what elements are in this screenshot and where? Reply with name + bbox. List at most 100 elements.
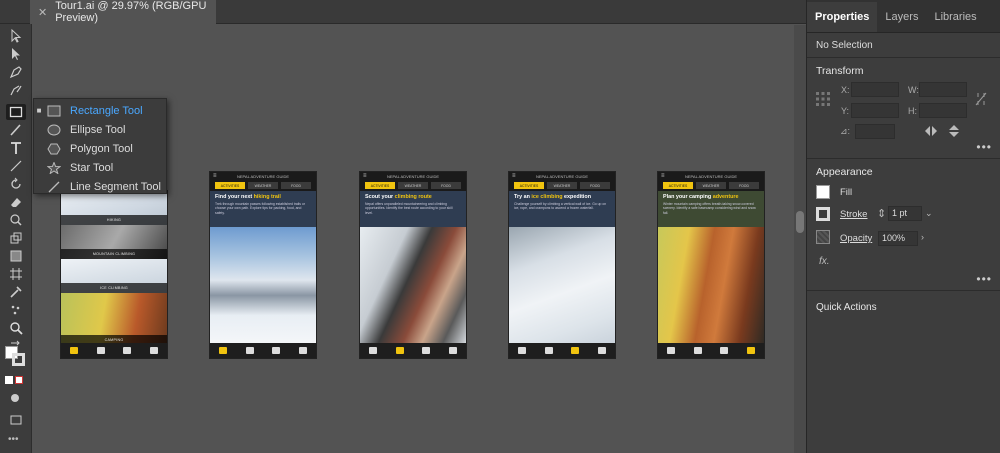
scale-tool[interactable] — [6, 230, 26, 246]
artboard-bottom-nav — [61, 343, 167, 358]
flip-vertical-icon[interactable] — [949, 125, 959, 137]
type-tool[interactable] — [6, 140, 26, 156]
flip-horizontal-icon[interactable] — [925, 126, 937, 136]
edit-toolbar-icon[interactable]: ••• — [8, 434, 19, 445]
zoom-tool[interactable] — [6, 320, 26, 336]
document-tab[interactable]: ✕ Tour1.ai @ 29.97% (RGB/GPU Preview) — [30, 0, 216, 24]
artboard-header: ≡ NEPAL ADVENTURE GUIDE — [210, 172, 316, 181]
eyedropper-tool[interactable] — [6, 284, 26, 300]
tent-icon — [448, 347, 457, 354]
artboard-brand: NEPAL ADVENTURE GUIDE — [236, 174, 289, 179]
symbol-sprayer-tool[interactable] — [6, 302, 26, 318]
opacity-label[interactable]: Opacity — [840, 233, 872, 244]
tab-libraries[interactable]: Libraries — [926, 11, 984, 32]
hero-title: Find your next hiking trail — [215, 194, 281, 200]
rectangle-icon — [9, 106, 23, 118]
eraser-icon — [11, 198, 21, 207]
tab-weather: WEATHER — [696, 182, 726, 189]
fill-swatch[interactable] — [816, 185, 830, 199]
tab-properties[interactable]: Properties — [807, 2, 878, 32]
artboard-icon — [10, 268, 22, 280]
opacity-field[interactable]: 100% — [878, 231, 918, 246]
artboard-hero: Scout your climbing route Nepal offers u… — [360, 191, 466, 227]
pen-tool[interactable] — [6, 64, 26, 80]
list-caption: ICE CLIMBING — [61, 283, 167, 293]
artboard-header: ≡ NEPAL ADVENTURE GUIDE — [658, 172, 764, 181]
scale-icon — [10, 232, 22, 244]
rectangle-tool-item[interactable]: ■ Rectangle Tool — [34, 101, 166, 120]
artboard-hiking[interactable]: ≡ NEPAL ADVENTURE GUIDE ACTIVITIES WEATHER… — [209, 171, 317, 359]
rotate-tool[interactable] — [6, 176, 26, 192]
artboard-tool[interactable] — [6, 266, 26, 282]
eraser-tool[interactable] — [6, 194, 26, 210]
stroke-weight-field[interactable]: 1 pt — [888, 206, 922, 221]
direct-selection-icon — [12, 48, 20, 60]
star-tool-item[interactable]: Star Tool — [34, 158, 166, 177]
tent-icon — [298, 347, 307, 354]
constrain-proportions-icon[interactable] — [975, 92, 987, 106]
tent-icon — [746, 347, 755, 354]
w-field[interactable] — [919, 82, 967, 97]
color-mode-button[interactable] — [5, 376, 13, 384]
artboard-list[interactable]: HIKING MOUNTAIN CLIMBING ICE CLIMBING CA… — [60, 190, 168, 359]
gradient-tool[interactable] — [6, 248, 26, 264]
artboard-ice-climbing[interactable]: ≡ NEPAL ADVENTURE GUIDE ACTIVITIES WEATHER… — [508, 171, 616, 359]
fx-button[interactable]: fx. — [819, 256, 830, 267]
zoom-icon — [10, 322, 23, 335]
ice-axe-icon — [422, 347, 431, 354]
chevron-right-icon[interactable]: › — [921, 232, 924, 242]
ellipse-tool-label: Ellipse Tool — [70, 123, 126, 136]
direct-selection-tool[interactable] — [6, 46, 26, 62]
y-field[interactable] — [851, 103, 899, 118]
reference-point-icon[interactable] — [816, 92, 830, 106]
paintbrush-tool[interactable] — [6, 122, 26, 138]
stroke-stepper-icon[interactable]: ⇕ — [877, 207, 886, 220]
tab-layers[interactable]: Layers — [877, 11, 926, 32]
hero-title: Scout your climbing route — [365, 194, 432, 200]
rotate-icon — [11, 177, 21, 189]
rotate-field[interactable] — [855, 124, 895, 139]
tab-activities: ACTIVITIES — [365, 182, 395, 189]
draw-mode-icon — [11, 394, 19, 402]
close-tab-icon[interactable]: ✕ — [38, 6, 47, 19]
rope-icon — [96, 347, 105, 354]
artboard-hero: Try an ice climbing expedition Challenge… — [509, 191, 615, 227]
artboard-tabs: ACTIVITIES WEATHER FOOD — [360, 181, 466, 191]
panel-tabs: Properties Layers Libraries — [807, 0, 1000, 33]
ice-axe-icon — [272, 347, 281, 354]
line-tool[interactable] — [6, 158, 26, 174]
stroke-swatch[interactable] — [12, 353, 25, 366]
artboard-tabs: ACTIVITIES WEATHER FOOD — [210, 181, 316, 191]
hero-body: Challenge yourself by climbing a vertica… — [514, 202, 607, 211]
draw-mode-tool[interactable] — [6, 390, 26, 406]
curvature-tool[interactable] — [6, 82, 26, 98]
tools-panel: ••• — [0, 24, 32, 453]
polygon-tool-item[interactable]: Polygon Tool — [34, 139, 166, 158]
rope-icon — [693, 347, 702, 354]
x-field[interactable] — [851, 82, 899, 97]
scrollbar-thumb[interactable] — [796, 211, 804, 233]
hero-body: Winter mountain camping offers breath-ta… — [663, 202, 756, 215]
artboard-climbing[interactable]: ≡ NEPAL ADVENTURE GUIDE ACTIVITIES WEATHER… — [359, 171, 467, 359]
stroke-swatch[interactable] — [816, 207, 830, 221]
appearance-more-button[interactable]: ••• — [976, 272, 992, 286]
screen-mode-tool[interactable] — [6, 412, 26, 428]
boot-icon — [219, 347, 228, 354]
none-mode-button[interactable] — [15, 376, 23, 384]
divider — [807, 290, 1000, 291]
stroke-label[interactable]: Stroke — [840, 209, 867, 220]
transform-more-button[interactable]: ••• — [976, 140, 992, 154]
line-segment-tool-item[interactable]: Line Segment Tool — [34, 177, 166, 196]
artboard-camping[interactable]: ≡ NEPAL ADVENTURE GUIDE ACTIVITIES WEATHER… — [657, 171, 765, 359]
star-icon — [47, 161, 61, 174]
selection-tool[interactable] — [6, 28, 26, 44]
artboard-header: ≡ NEPAL ADVENTURE GUIDE — [509, 172, 615, 181]
h-field[interactable] — [919, 103, 967, 118]
tent-icon — [149, 347, 158, 354]
warp-tool[interactable] — [6, 212, 26, 228]
shape-tools-flyout: ■ Rectangle Tool Ellipse Tool Polygon To… — [33, 98, 167, 194]
ellipse-tool-item[interactable]: Ellipse Tool — [34, 120, 166, 139]
rectangle-tool[interactable] — [6, 104, 26, 120]
chevron-down-icon[interactable]: ⌄ — [925, 208, 933, 219]
vertical-scrollbar[interactable] — [794, 25, 806, 453]
